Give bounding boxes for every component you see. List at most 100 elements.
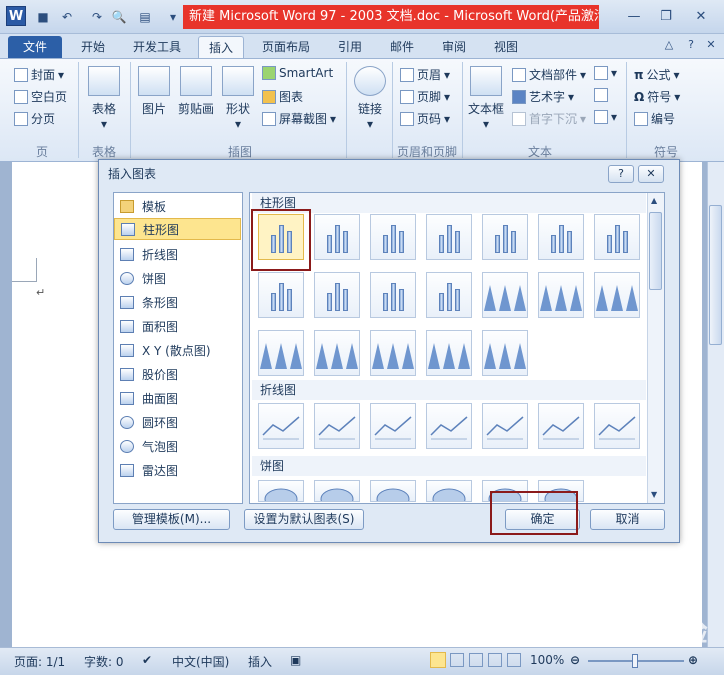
zoom-out-icon[interactable]: ⊖ — [570, 653, 580, 667]
column-chart-tile[interactable] — [538, 214, 584, 260]
quick-parts-button[interactable]: 文档部件 ▾ — [512, 66, 586, 83]
restore-icon[interactable]: ❐ — [655, 6, 677, 26]
tab-review[interactable]: 审阅 — [434, 36, 474, 58]
column-chart-tile[interactable] — [258, 272, 304, 318]
customize-qat-icon[interactable]: ▾ — [164, 8, 182, 26]
screenshot-button[interactable]: 屏幕截图 ▾ — [262, 110, 336, 127]
insert-mode-indicator[interactable]: 插入 — [248, 653, 272, 670]
category-scatter[interactable]: X Y (散点图) — [114, 339, 241, 361]
equation-button[interactable]: π 公式 ▾ — [634, 66, 680, 83]
column-chart-tile[interactable] — [538, 272, 584, 318]
zoom-level[interactable]: 100% — [530, 653, 564, 667]
gallery-scroll-thumb[interactable] — [649, 212, 662, 290]
column-chart-tile[interactable] — [426, 330, 472, 376]
minimize-icon[interactable]: — — [623, 6, 645, 26]
column-chart-tile[interactable] — [594, 214, 640, 260]
tab-mailings[interactable]: 邮件 — [382, 36, 422, 58]
column-chart-tile[interactable] — [594, 272, 640, 318]
full-screen-reading-icon[interactable] — [450, 653, 464, 667]
category-column[interactable]: 柱形图 — [114, 218, 241, 240]
minimize-ribbon-icon[interactable]: △ — [662, 38, 676, 52]
word-count[interactable]: 字数: 0 — [84, 653, 124, 670]
column-chart-tile[interactable] — [314, 272, 360, 318]
category-templates[interactable]: 模板 — [114, 195, 241, 217]
word-app-icon[interactable]: W — [6, 6, 26, 26]
zoom-in-icon[interactable]: ⊕ — [688, 653, 698, 667]
draft-icon[interactable] — [507, 653, 521, 667]
textbox-button[interactable]: 文本框 ▾ — [466, 66, 506, 131]
column-chart-tile[interactable] — [314, 330, 360, 376]
save-icon[interactable]: ■ — [34, 8, 52, 26]
macro-icon[interactable]: ▣ — [290, 653, 301, 667]
wordart-button[interactable]: 艺术字 ▾ — [512, 88, 574, 105]
tab-file[interactable]: 文件 — [8, 36, 62, 58]
help-icon[interactable]: ? — [684, 38, 698, 52]
links-button[interactable]: 链接 ▾ — [352, 66, 388, 131]
tab-page-layout[interactable]: 页面布局 — [254, 36, 318, 58]
category-bar[interactable]: 条形图 — [114, 291, 241, 313]
redo-icon[interactable]: ↷ — [88, 8, 106, 26]
tab-developer[interactable]: 开发工具 — [126, 36, 188, 58]
category-bubble[interactable]: 气泡图 — [114, 435, 241, 457]
page-break-button[interactable]: 分页 — [14, 110, 55, 127]
language-indicator[interactable]: 中文(中国) — [172, 653, 229, 670]
category-doughnut[interactable]: 圆环图 — [114, 411, 241, 433]
table-button[interactable]: 表格 ▾ — [84, 66, 124, 131]
category-surface[interactable]: 曲面图 — [114, 387, 241, 409]
set-default-chart-button[interactable]: 设置为默认图表(S) — [244, 509, 364, 530]
column-chart-tile[interactable] — [482, 272, 528, 318]
footer-button[interactable]: 页脚 ▾ — [400, 88, 450, 105]
column-chart-tile[interactable] — [482, 214, 528, 260]
pie-chart-tile[interactable] — [426, 480, 472, 502]
line-chart-tile[interactable] — [426, 403, 472, 449]
line-chart-tile[interactable] — [594, 403, 640, 449]
symbol-button[interactable]: Ω 符号 ▾ — [634, 88, 680, 105]
dialog-close-button[interactable]: ✕ — [638, 165, 664, 183]
outline-icon[interactable] — [488, 653, 502, 667]
blank-page-button[interactable]: 空白页 — [14, 88, 67, 105]
page-count[interactable]: 页面: 1/1 — [14, 653, 65, 670]
clipart-button[interactable]: 剪贴画 — [176, 66, 216, 117]
smartart-button[interactable]: SmartArt — [262, 66, 333, 80]
chart-button[interactable]: 图表 — [262, 88, 303, 105]
column-chart-tile[interactable] — [482, 330, 528, 376]
line-chart-tile[interactable] — [370, 403, 416, 449]
category-pie[interactable]: 饼图 — [114, 267, 241, 289]
pie-chart-tile[interactable] — [258, 480, 304, 502]
print-layout-icon[interactable] — [430, 652, 446, 668]
page-number-button[interactable]: 页码 ▾ — [400, 110, 450, 127]
tab-insert[interactable]: 插入 — [198, 36, 244, 58]
drop-cap-button[interactable]: 首字下沉 ▾ — [512, 110, 586, 127]
column-chart-tile[interactable] — [426, 214, 472, 260]
category-line[interactable]: 折线图 — [114, 243, 241, 265]
pie-chart-tile[interactable] — [314, 480, 360, 502]
date-time-button[interactable] — [594, 88, 608, 102]
shapes-button[interactable]: 形状 ▾ — [220, 66, 256, 131]
proofing-icon[interactable]: ✔ — [142, 653, 152, 667]
manage-templates-button[interactable]: 管理模板(M)... — [113, 509, 230, 530]
column-chart-tile[interactable] — [370, 272, 416, 318]
line-chart-tile[interactable] — [482, 403, 528, 449]
line-chart-tile[interactable] — [314, 403, 360, 449]
zoom-slider-thumb[interactable] — [632, 654, 638, 668]
column-chart-tile[interactable] — [370, 214, 416, 260]
column-chart-tile[interactable] — [258, 330, 304, 376]
category-area[interactable]: 面积图 — [114, 315, 241, 337]
print-preview-icon[interactable]: 🔍 — [110, 8, 128, 26]
column-chart-tile[interactable] — [370, 330, 416, 376]
header-button[interactable]: 页眉 ▾ — [400, 66, 450, 83]
dialog-help-button[interactable]: ? — [608, 165, 634, 183]
category-radar[interactable]: 雷达图 — [114, 459, 241, 481]
signature-line-button[interactable]: ▾ — [594, 66, 617, 80]
tab-home[interactable]: 开始 — [72, 36, 114, 58]
undo-icon[interactable]: ↶ — [58, 8, 76, 26]
pie-chart-tile[interactable] — [370, 480, 416, 502]
new-document-icon[interactable]: ▤ — [136, 8, 154, 26]
tab-view[interactable]: 视图 — [486, 36, 526, 58]
tab-references[interactable]: 引用 — [330, 36, 370, 58]
web-layout-icon[interactable] — [469, 653, 483, 667]
cover-page-button[interactable]: 封面 ▾ — [14, 66, 64, 83]
scroll-down-icon[interactable]: ▼ — [651, 490, 657, 499]
picture-button[interactable]: 图片 — [136, 66, 172, 117]
object-button[interactable]: ▾ — [594, 110, 617, 124]
